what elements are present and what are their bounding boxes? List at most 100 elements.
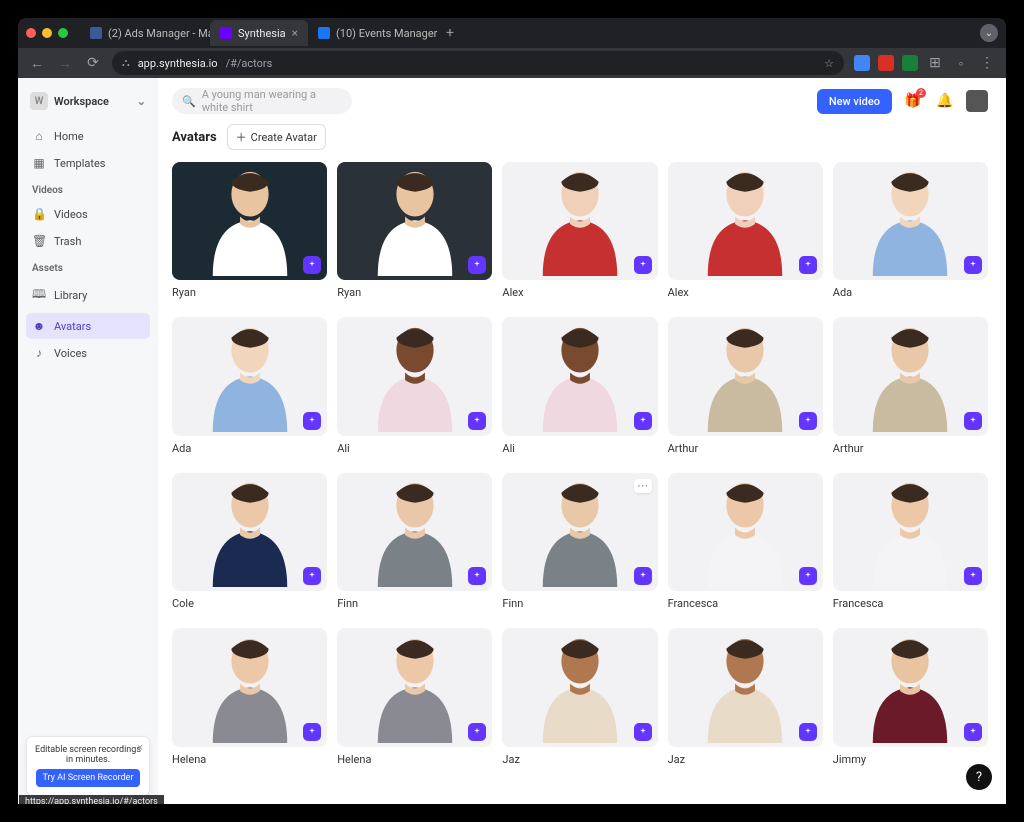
avatar-thumbnail[interactable] (502, 628, 657, 746)
sparkle-icon[interactable] (634, 412, 652, 430)
notifications-button[interactable]: 🔔 (934, 90, 956, 112)
avatar-thumbnail[interactable] (337, 317, 492, 435)
sidebar-item-library[interactable]: 🕮 Library (26, 279, 150, 312)
sidebar-item-templates[interactable]: ▦ Templates (26, 150, 150, 176)
avatar-thumbnail[interactable] (337, 473, 492, 591)
sparkle-icon[interactable] (799, 567, 817, 585)
avatar-card[interactable]: Helena (337, 628, 492, 773)
avatar-thumbnail[interactable] (833, 162, 988, 280)
avatar-card[interactable]: Ada (172, 317, 327, 462)
close-icon[interactable]: × (137, 741, 143, 754)
sparkle-icon[interactable] (799, 723, 817, 741)
extension-icon[interactable] (902, 55, 918, 71)
sidebar-item-voices[interactable]: ♪ Voices (26, 340, 150, 366)
avatar-card[interactable]: Jaz (502, 628, 657, 773)
address-bar[interactable]: ⛬ app.synthesia.io/#/actors ☆ (112, 51, 844, 75)
sparkle-icon[interactable] (468, 723, 486, 741)
extensions-menu-icon[interactable]: ⊞ (926, 55, 944, 71)
avatar-thumbnail[interactable] (833, 628, 988, 746)
avatar-card[interactable]: Ada (833, 162, 988, 307)
avatar-thumbnail[interactable] (172, 628, 327, 746)
avatar-thumbnail[interactable] (668, 473, 823, 591)
avatar-card[interactable]: Alex (668, 162, 823, 307)
avatar-thumbnail[interactable] (172, 317, 327, 435)
avatar-card[interactable]: Francesca (668, 473, 823, 618)
bookmark-icon[interactable]: ☆ (824, 57, 834, 70)
sidebar-item-home[interactable]: ⌂ Home (26, 123, 150, 149)
profile-icon[interactable]: ◦ (952, 55, 970, 72)
avatar-card[interactable]: Ryan (337, 162, 492, 307)
avatar-card[interactable]: ⋯ Finn (502, 473, 657, 618)
help-button[interactable]: ? (966, 764, 992, 790)
forward-button[interactable]: → (56, 55, 74, 72)
site-info-icon[interactable]: ⛬ (122, 56, 130, 70)
sparkle-icon[interactable] (468, 567, 486, 585)
sidebar-item-avatars[interactable]: ☻ Avatars (26, 313, 150, 339)
tabs-overflow-icon[interactable]: ⌄ (980, 24, 998, 42)
reload-button[interactable]: ⟳ (84, 55, 102, 71)
sparkle-icon[interactable] (634, 567, 652, 585)
new-video-button[interactable]: New video (817, 89, 892, 114)
avatar-thumbnail[interactable] (502, 162, 657, 280)
sparkle-icon[interactable] (799, 412, 817, 430)
new-tab-button[interactable]: + (438, 25, 462, 41)
sparkle-icon[interactable] (468, 256, 486, 274)
extension-icon[interactable] (878, 55, 894, 71)
sparkle-icon[interactable] (964, 567, 982, 585)
avatar-thumbnail[interactable] (337, 628, 492, 746)
sparkle-icon[interactable] (303, 412, 321, 430)
avatar-card[interactable]: Arthur (668, 317, 823, 462)
avatar-card[interactable]: Finn (337, 473, 492, 618)
avatar-thumbnail[interactable] (668, 317, 823, 435)
search-input[interactable]: 🔍 A young man wearing a white shirt (172, 88, 352, 114)
sparkle-icon[interactable] (964, 256, 982, 274)
avatar-card[interactable]: Cole (172, 473, 327, 618)
sidebar-item-videos[interactable]: 🔒 Videos (26, 201, 150, 227)
sparkle-icon[interactable] (964, 723, 982, 741)
promo-cta-button[interactable]: Try AI Screen Recorder (36, 769, 139, 787)
sparkle-icon[interactable] (634, 723, 652, 741)
avatar-thumbnail[interactable] (833, 473, 988, 591)
gift-button[interactable]: 🎁2 (902, 90, 924, 112)
minimize-window-icon[interactable] (42, 28, 52, 38)
browser-tab[interactable]: (2) Ads Manager - Manage a × (80, 20, 210, 46)
avatar-card[interactable]: Jaz (668, 628, 823, 773)
sparkle-icon[interactable] (303, 256, 321, 274)
back-button[interactable]: ← (28, 55, 46, 72)
avatar-card[interactable]: Alex (502, 162, 657, 307)
sparkle-icon[interactable] (303, 723, 321, 741)
avatar-card[interactable]: Ali (502, 317, 657, 462)
user-avatar[interactable] (966, 90, 988, 112)
browser-tab[interactable]: (10) Events Manager × (308, 20, 438, 46)
avatar-card[interactable]: Francesca (833, 473, 988, 618)
avatar-thumbnail[interactable] (172, 473, 327, 591)
maximize-window-icon[interactable] (58, 28, 68, 38)
sparkle-icon[interactable] (634, 256, 652, 274)
sidebar-section-videos: Videos (26, 177, 150, 200)
avatar-thumbnail[interactable] (337, 162, 492, 280)
create-avatar-button[interactable]: ＋ Create Avatar (227, 124, 326, 150)
avatar-thumbnail[interactable] (833, 317, 988, 435)
browser-tab-active[interactable]: Synthesia × (210, 20, 308, 46)
sparkle-icon[interactable] (799, 256, 817, 274)
sparkle-icon[interactable] (468, 412, 486, 430)
avatar-thumbnail[interactable] (172, 162, 327, 280)
avatar-thumbnail[interactable] (502, 317, 657, 435)
avatar-card[interactable]: Jimmy (833, 628, 988, 773)
sparkle-icon[interactable] (303, 567, 321, 585)
workspace-switcher[interactable]: W Workspace ⌄ (26, 88, 150, 114)
avatar-card[interactable]: Arthur (833, 317, 988, 462)
extension-icon[interactable] (854, 55, 870, 71)
close-window-icon[interactable] (26, 28, 36, 38)
traffic-lights[interactable] (26, 28, 68, 38)
avatar-card[interactable]: Ali (337, 317, 492, 462)
avatar-card[interactable]: Helena (172, 628, 327, 773)
avatar-thumbnail[interactable]: ⋯ (502, 473, 657, 591)
avatar-thumbnail[interactable] (668, 162, 823, 280)
chrome-menu-icon[interactable]: ⋮ (978, 55, 996, 71)
avatar-thumbnail[interactable] (668, 628, 823, 746)
avatar-card[interactable]: Ryan (172, 162, 327, 307)
sparkle-icon[interactable] (964, 412, 982, 430)
close-tab-icon[interactable]: × (292, 26, 298, 40)
sidebar-item-trash[interactable]: 🗑 Trash (26, 228, 150, 254)
